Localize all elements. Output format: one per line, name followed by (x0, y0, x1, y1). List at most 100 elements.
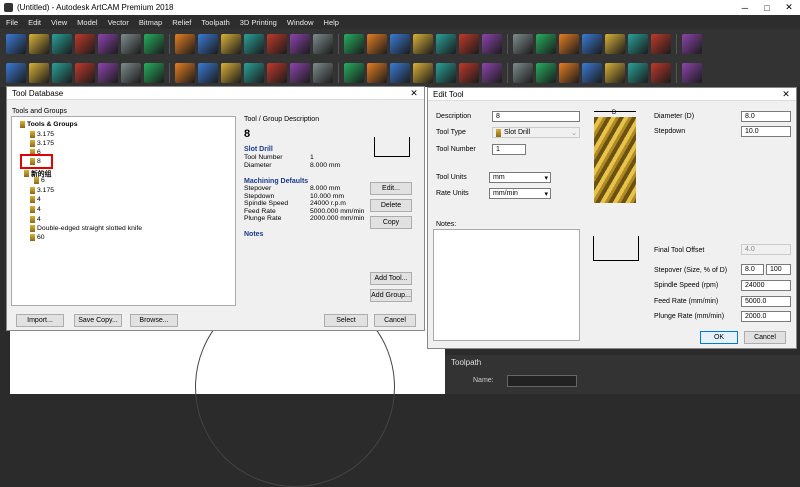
notes-textarea[interactable] (433, 229, 580, 341)
tree-item[interactable]: 3.175 (30, 131, 54, 138)
plus-icon[interactable] (605, 62, 625, 83)
note-icon[interactable] (198, 62, 218, 83)
offset-icon[interactable] (482, 33, 502, 54)
rate-units-select[interactable]: mm/min ▾ (489, 188, 551, 199)
sketch-icon[interactable] (267, 33, 287, 54)
tool-database-close-button[interactable]: ✕ (404, 87, 424, 100)
top-view-icon[interactable] (52, 62, 72, 83)
undo-icon[interactable] (144, 33, 164, 54)
stepover-input[interactable]: 8.0 (741, 264, 764, 275)
shadow-icon[interactable] (413, 62, 433, 83)
open-icon[interactable] (29, 33, 49, 54)
bitmap-view-icon[interactable] (290, 62, 310, 83)
texture-view-icon[interactable] (175, 62, 195, 83)
relief-icon[interactable] (582, 33, 602, 54)
minimize-button[interactable]: ─ (734, 0, 756, 15)
maximize-button[interactable]: □ (756, 0, 778, 15)
front-view-icon[interactable] (121, 62, 141, 83)
cut-icon[interactable] (75, 33, 95, 54)
tree-item[interactable]: 4 (30, 216, 41, 223)
extrude-icon[interactable] (436, 62, 456, 83)
star-icon[interactable] (459, 33, 479, 54)
description-input[interactable]: 8 (492, 111, 580, 122)
weave-icon[interactable] (513, 33, 533, 54)
menu-help[interactable]: Help (324, 18, 339, 27)
engrave-icon[interactable] (651, 62, 671, 83)
menu-toolpath[interactable]: Toolpath (201, 18, 229, 27)
iso-view-icon[interactable] (98, 62, 118, 83)
tool-units-select[interactable]: mm ▾ (489, 172, 551, 183)
menu-edit[interactable]: Edit (28, 18, 41, 27)
profile-icon[interactable] (513, 62, 533, 83)
nodes-icon[interactable] (628, 33, 648, 54)
curve-icon[interactable] (682, 33, 702, 54)
tree-item[interactable]: 4 (30, 196, 41, 203)
delete-tool-button[interactable]: Delete (370, 199, 412, 212)
copy-icon[interactable] (98, 33, 118, 54)
save-icon[interactable] (52, 33, 72, 54)
menu-file[interactable]: File (6, 18, 18, 27)
tree-item[interactable]: 4 (30, 206, 41, 213)
copy-tool-button[interactable]: Copy (370, 216, 412, 229)
tree-item[interactable]: 60 (30, 234, 45, 241)
wireframe-icon[interactable] (344, 33, 364, 54)
tool-icon[interactable] (628, 62, 648, 83)
eraser-icon[interactable] (75, 62, 95, 83)
edit-tool-button[interactable]: Edit... (370, 182, 412, 195)
carve-icon[interactable] (582, 62, 602, 83)
menu-relief[interactable]: Relief (172, 18, 191, 27)
add-tool-button[interactable]: Add Tool... (370, 272, 412, 285)
folder-icon[interactable] (390, 33, 410, 54)
add-group-button[interactable]: Add Group... (370, 289, 412, 302)
edit-cancel-button[interactable]: Cancel (744, 331, 786, 344)
relief-view-icon[interactable] (267, 62, 287, 83)
select-button[interactable]: Select (324, 314, 368, 327)
tool-tree[interactable]: Tools & Groups 3.175 3.175 6 8 新的组 6 3.1… (11, 116, 236, 306)
cancel-button[interactable]: Cancel (374, 314, 416, 327)
texture-icon[interactable] (605, 33, 625, 54)
spindle-speed-input[interactable]: 24000 (741, 280, 791, 291)
grid-icon[interactable] (144, 62, 164, 83)
menu-vector[interactable]: Vector (108, 18, 129, 27)
frame-icon[interactable] (559, 33, 579, 54)
snap-icon[interactable] (651, 33, 671, 54)
rotate-icon[interactable] (344, 62, 364, 83)
layer-view-icon[interactable] (390, 62, 410, 83)
tree-item[interactable]: 3.175 (30, 140, 54, 147)
stepdown-input[interactable]: 10.0 (741, 126, 791, 137)
machine-icon[interactable] (682, 62, 702, 83)
menu-window[interactable]: Window (287, 18, 314, 27)
tree-root-item[interactable]: Tools & Groups (20, 121, 77, 128)
tool-type-select[interactable]: Slot Drill ⌄ (492, 127, 580, 138)
measure-icon[interactable] (290, 33, 310, 54)
tree-item[interactable]: 3.175 (30, 187, 54, 194)
tool-number-input[interactable]: 1 (492, 144, 526, 155)
sweep-icon[interactable] (367, 62, 387, 83)
feed-rate-input[interactable]: 5000.0 (741, 296, 791, 307)
cone-icon[interactable] (459, 62, 479, 83)
toolpath-name-input[interactable] (507, 375, 577, 387)
transform-icon[interactable] (221, 33, 241, 54)
browse-button[interactable]: Browse... (130, 314, 178, 327)
edit-tool-close-button[interactable]: ✕ (776, 88, 796, 101)
stepover-percent-input[interactable]: 100 (766, 264, 791, 275)
tree-item[interactable]: Double-edged straight slotted knife (30, 225, 142, 232)
pdf-icon[interactable] (244, 33, 264, 54)
pocket-icon[interactable] (536, 62, 556, 83)
final-offset-input[interactable]: 4.0 (741, 244, 791, 255)
layers-icon[interactable] (367, 33, 387, 54)
tree-item[interactable]: 6 (34, 177, 45, 184)
import-button[interactable]: Import... (16, 314, 64, 327)
menu-model[interactable]: Model (77, 18, 97, 27)
save-copy-button[interactable]: Save Copy... (74, 314, 122, 327)
menu-3d-printing[interactable]: 3D Printing (240, 18, 277, 27)
node-icon[interactable] (436, 33, 456, 54)
vector-icon[interactable] (413, 33, 433, 54)
right-view-icon[interactable] (244, 62, 264, 83)
menu-bitmap[interactable]: Bitmap (139, 18, 162, 27)
move-icon[interactable] (198, 33, 218, 54)
shading-icon[interactable] (313, 33, 333, 54)
redo-icon[interactable] (175, 33, 195, 54)
box-icon[interactable] (536, 33, 556, 54)
menu-view[interactable]: View (51, 18, 67, 27)
